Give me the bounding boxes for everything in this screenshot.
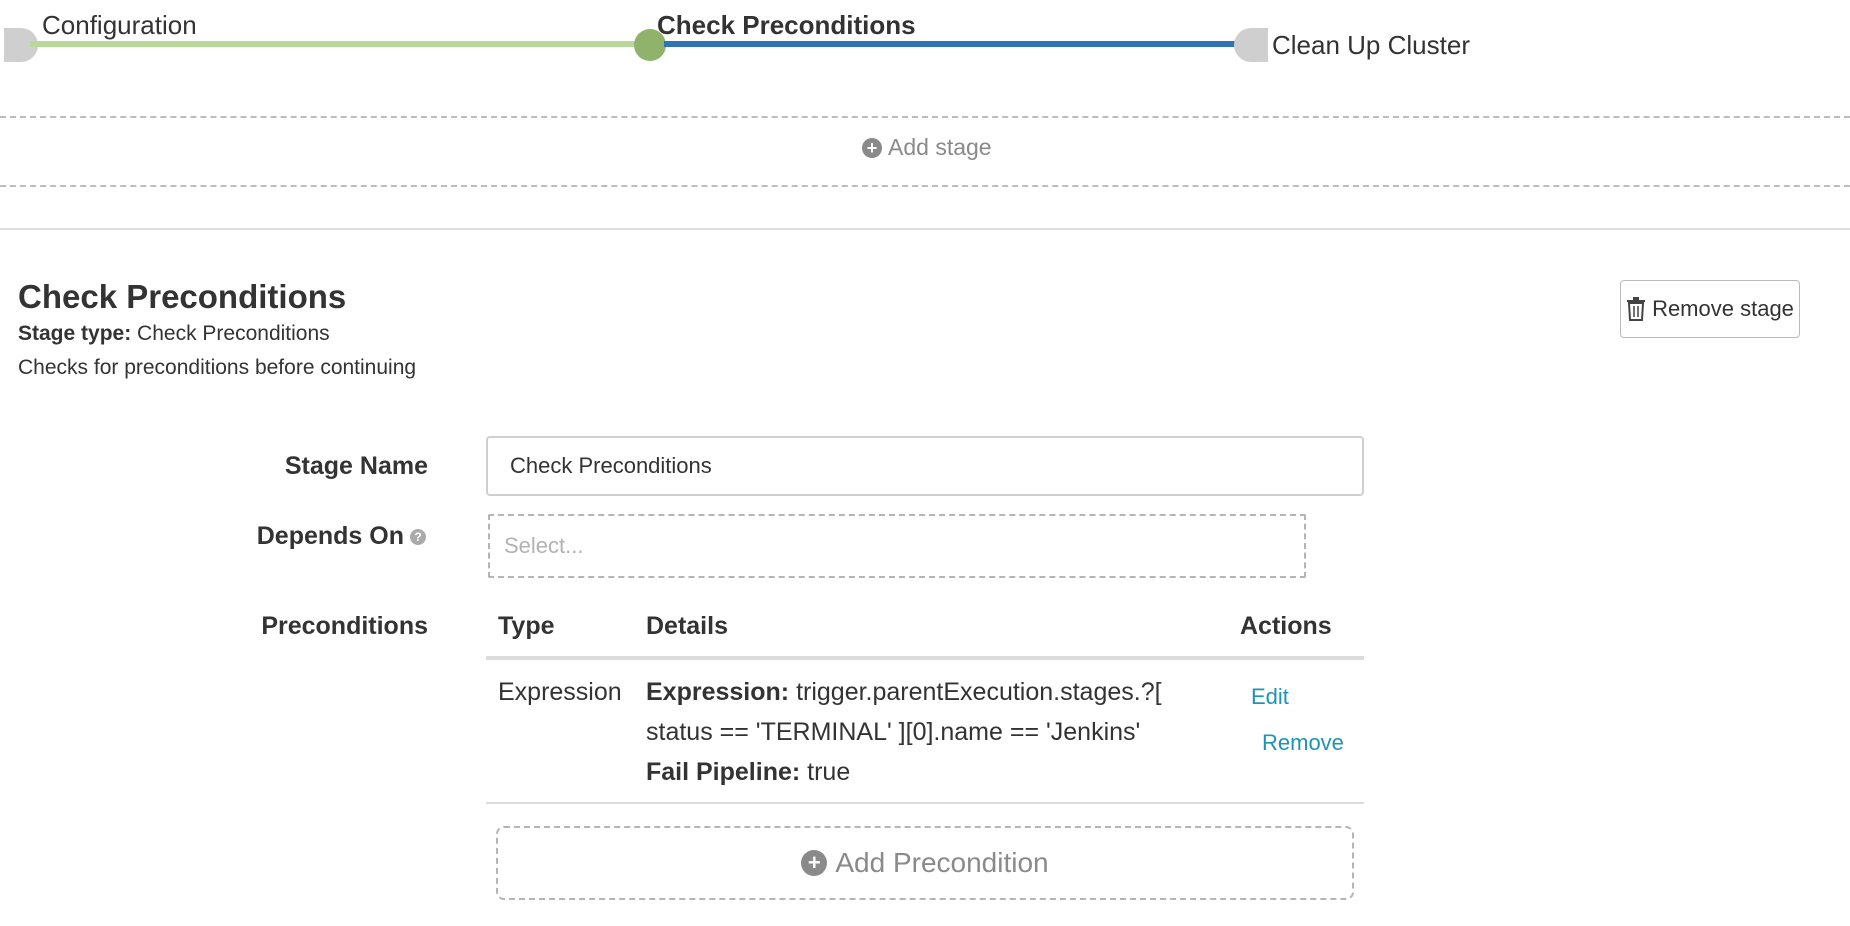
precondition-details: Expression: trigger.parentExecution.stag… [646,672,1206,792]
page-title: Check Preconditions [18,278,347,315]
plus-circle-icon: + [801,850,828,876]
fail-pipeline-label: Fail Pipeline: [646,758,801,786]
edit-precondition-link[interactable]: Edit [1251,684,1289,710]
column-header-actions: Actions [1240,612,1332,640]
depends-on-label-text: Depends On [256,522,404,550]
stage-label-check-preconditions[interactable]: Check Preconditions [657,10,916,41]
stage-label-configuration[interactable]: Configuration [42,10,197,41]
stage-node-clean-up-cluster[interactable] [1234,28,1268,62]
column-header-type: Type [498,612,555,640]
stage-name-input[interactable] [486,436,1364,496]
pipeline-connector-done [30,41,650,47]
stage-type: Stage type: Check Preconditions [18,322,330,346]
stage-name-label: Stage Name [284,452,428,480]
add-precondition-label: Add Precondition [835,847,1049,878]
expression-line1: trigger.parentExecution.stages.?[ [796,678,1162,706]
add-stage-label: Add stage [888,134,992,160]
stage-description: Checks for preconditions before continui… [18,356,417,379]
pipeline-connector-active [664,41,1264,47]
depends-on-select[interactable]: Select... [488,514,1306,578]
section-divider [0,228,1850,230]
add-stage-divider-bottom [0,185,1850,187]
preconditions-label: Preconditions [261,612,428,640]
column-header-details: Details [646,612,728,640]
add-stage-button[interactable]: + Add stage [862,134,992,161]
remove-stage-label: Remove stage [1652,296,1794,321]
fail-pipeline-value: true [807,758,851,786]
stage-type-value: Check Preconditions [137,322,330,345]
add-stage-divider-top [0,116,1850,118]
depends-on-label: Depends On? [257,522,426,551]
stage-type-label: Stage type: [18,322,132,345]
table-header-divider [486,656,1364,660]
expression-line2: status == 'TERMINAL' ][0].name == 'Jenki… [646,718,1141,746]
stage-label-clean-up-cluster[interactable]: Clean Up Cluster [1272,30,1470,61]
trash-icon [1627,297,1646,321]
expression-label: Expression: [646,678,790,706]
plus-circle-icon: + [862,137,882,158]
table-row-divider [486,802,1364,804]
remove-precondition-link[interactable]: Remove [1262,730,1344,756]
remove-stage-button[interactable]: Remove stage [1620,280,1800,338]
add-precondition-button[interactable]: + Add Precondition [496,826,1354,900]
precondition-type: Expression [498,678,622,706]
help-icon[interactable]: ? [410,529,426,546]
